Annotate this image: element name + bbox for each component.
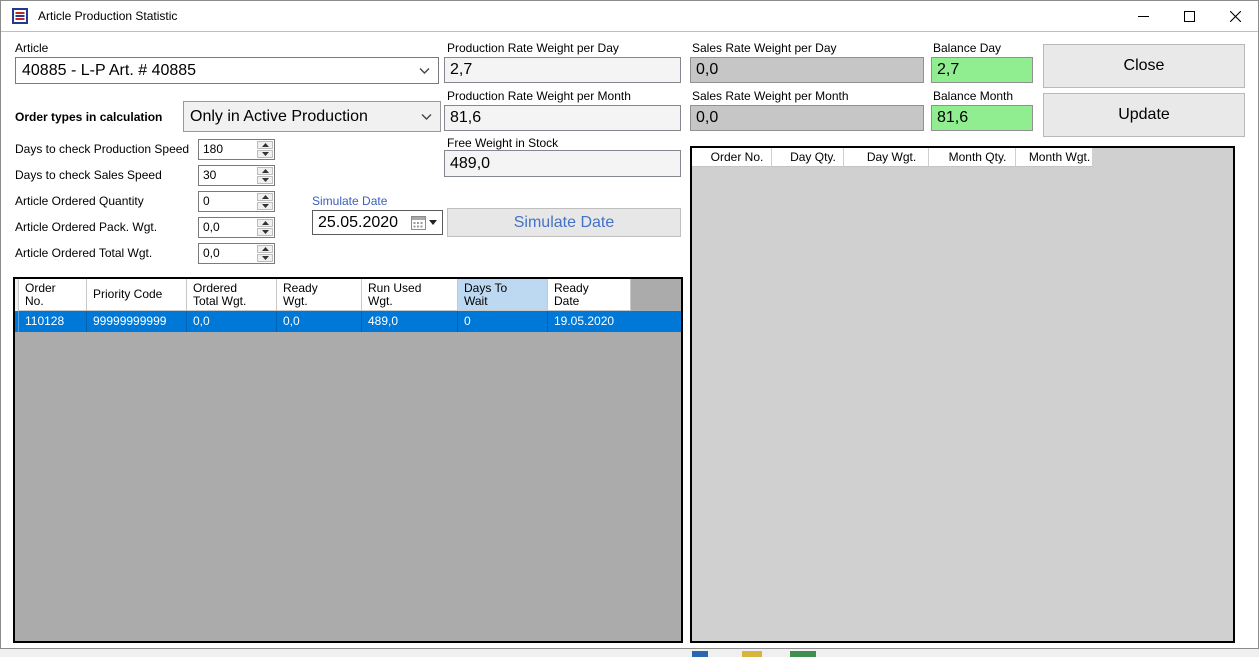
spin-down-icon[interactable] — [257, 228, 273, 236]
window-title: Article Production Statistic — [38, 9, 178, 23]
taskbar-chip — [790, 651, 816, 657]
col-header-ready-wgt[interactable]: Ready Wgt. — [277, 279, 362, 311]
article-combobox-value: 40885 - L-P Art. # 40885 — [22, 61, 197, 79]
spin-up-icon[interactable] — [257, 141, 273, 149]
ordered-pack-wgt-label: Article Ordered Pack. Wgt. — [15, 220, 158, 234]
field-value: 81,6 — [450, 109, 482, 126]
col-header-day-wgt[interactable]: Day Wgt. — [844, 148, 929, 167]
balance-month-field: 81,6 — [931, 105, 1033, 131]
col-header-order-no[interactable]: Order No. — [19, 279, 87, 311]
days-production-speed-stepper[interactable]: 180 — [198, 139, 275, 160]
col-header-order-no[interactable]: Order No. — [692, 148, 772, 167]
cell-run-used-wgt[interactable]: 489,0 — [362, 311, 458, 332]
cell-order-no[interactable]: 110128 — [19, 311, 87, 332]
order-types-label: Order types in calculation — [15, 110, 163, 124]
ordered-total-wgt-label: Article Ordered Total Wgt. — [15, 246, 153, 260]
production-rate-day-field[interactable]: 2,7 — [444, 57, 681, 83]
cell-priority-code[interactable]: 99999999999 — [87, 311, 187, 332]
spin-down-icon[interactable] — [257, 254, 273, 262]
calendar-icon — [411, 215, 426, 230]
col-header-month-wgt[interactable]: Month Wgt. — [1016, 148, 1093, 167]
spin-down-icon[interactable] — [257, 202, 273, 210]
order-types-combobox-value: Only in Active Production — [190, 107, 368, 125]
balance-month-label: Balance Month — [933, 89, 1014, 103]
production-rate-day-label: Production Rate Weight per Day — [447, 41, 619, 55]
spin-up-icon[interactable] — [257, 219, 273, 227]
stepper-value: 0 — [203, 194, 210, 208]
days-production-speed-label: Days to check Production Speed — [15, 142, 190, 156]
cell-ready-date[interactable]: 19.05.2020 — [548, 311, 631, 332]
balance-day-label: Balance Day — [933, 41, 1002, 55]
app-window: Article Production Statistic Article 408… — [0, 0, 1259, 649]
spin-down-icon[interactable] — [257, 150, 273, 158]
production-rate-month-label: Production Rate Weight per Month — [447, 89, 631, 103]
days-sales-speed-stepper[interactable]: 30 — [198, 165, 275, 186]
close-button[interactable] — [1212, 1, 1258, 31]
titlebar: Article Production Statistic — [1, 1, 1258, 32]
col-header-ordered-total-wgt[interactable]: Ordered Total Wgt. — [187, 279, 277, 311]
date-dropdown-arrow-icon[interactable] — [429, 220, 437, 225]
stats-grid[interactable]: Order No. Day Qty. Day Wgt. Month Qty. M… — [690, 146, 1235, 643]
sales-rate-month-label: Sales Rate Weight per Month — [692, 89, 849, 103]
simulate-date-label: Simulate Date — [312, 194, 388, 208]
sales-rate-month-field: 0,0 — [690, 105, 924, 131]
production-rate-month-field[interactable]: 81,6 — [444, 105, 681, 131]
update-button[interactable]: Update — [1043, 93, 1245, 137]
article-label: Article — [15, 41, 49, 55]
sales-rate-day-field: 0,0 — [690, 57, 924, 83]
background-sliver — [0, 649, 1259, 657]
field-value: 0,0 — [696, 61, 719, 78]
article-combobox[interactable]: 40885 - L-P Art. # 40885 — [15, 57, 439, 84]
stepper-value: 0,0 — [203, 220, 220, 234]
spin-down-icon[interactable] — [257, 176, 273, 184]
orders-grid-selected-row[interactable]: 110128 99999999999 0,0 0,0 489,0 0 19.05… — [15, 311, 681, 332]
col-header-day-qty[interactable]: Day Qty. — [772, 148, 844, 167]
col-header-days-to-wait[interactable]: Days To Wait — [458, 279, 548, 311]
ordered-pack-wgt-stepper[interactable]: 0,0 — [198, 217, 275, 238]
chevron-down-icon — [421, 113, 432, 120]
col-header-run-used-wgt[interactable]: Run Used Wgt. — [362, 279, 458, 311]
spin-up-icon[interactable] — [257, 167, 273, 175]
spin-up-icon[interactable] — [257, 245, 273, 253]
spin-up-icon[interactable] — [257, 193, 273, 201]
stepper-value: 30 — [203, 168, 217, 182]
taskbar-chip — [692, 651, 708, 657]
col-header-ready-date[interactable]: Ready Date — [548, 279, 631, 311]
days-sales-speed-label: Days to check Sales Speed — [15, 168, 162, 182]
taskbar-chip — [742, 651, 762, 657]
ordered-quantity-stepper[interactable]: 0 — [198, 191, 275, 212]
chevron-down-icon — [419, 67, 430, 74]
maximize-button[interactable] — [1166, 1, 1212, 31]
stepper-value: 0,0 — [203, 246, 220, 260]
col-header-month-qty[interactable]: Month Qty. — [929, 148, 1016, 167]
ordered-total-wgt-stepper[interactable]: 0,0 — [198, 243, 275, 264]
simulate-date-button[interactable]: Simulate Date — [447, 208, 681, 237]
simulate-date-value: 25.05.2020 — [318, 213, 399, 231]
cell-ordered-total-wgt[interactable]: 0,0 — [187, 311, 277, 332]
field-value: 489,0 — [450, 154, 491, 172]
minimize-button[interactable] — [1120, 1, 1166, 31]
free-weight-stock-field[interactable]: 489,0 — [444, 150, 681, 177]
field-value: 2,7 — [937, 61, 960, 78]
close-form-button[interactable]: Close — [1043, 44, 1245, 88]
cell-ready-wgt[interactable]: 0,0 — [277, 311, 362, 332]
free-weight-stock-label: Free Weight in Stock — [447, 136, 559, 150]
col-header-priority-code[interactable]: Priority Code — [87, 279, 187, 311]
cell-days-to-wait[interactable]: 0 — [458, 311, 548, 332]
orders-grid[interactable]: Order No. Priority Code Ordered Total Wgt.… — [13, 277, 683, 643]
balance-day-field: 2,7 — [931, 57, 1033, 83]
app-icon — [12, 8, 28, 24]
stepper-value: 180 — [203, 142, 224, 156]
field-value: 2,7 — [450, 61, 473, 78]
field-value: 81,6 — [937, 109, 969, 126]
ordered-quantity-label: Article Ordered Quantity — [15, 194, 144, 208]
field-value: 0,0 — [696, 109, 719, 126]
sales-rate-day-label: Sales Rate Weight per Day — [692, 41, 837, 55]
screen: Article Production Statistic Article 408… — [0, 0, 1259, 657]
simulate-date-picker[interactable]: 25.05.2020 — [312, 210, 443, 235]
order-types-combobox[interactable]: Only in Active Production — [183, 101, 441, 132]
